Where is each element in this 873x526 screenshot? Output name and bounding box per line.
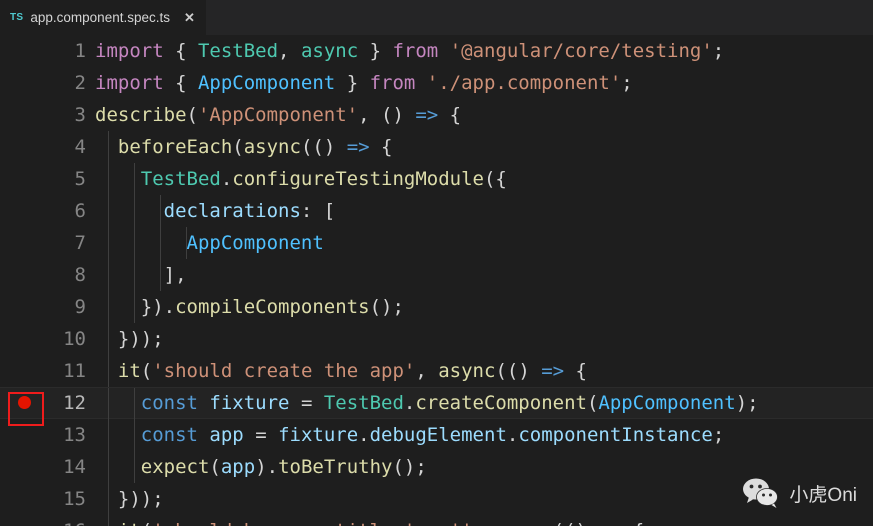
line-number: 9 bbox=[74, 296, 86, 318]
code-line-text: declarations: [ bbox=[163, 200, 336, 222]
code-line-text: describe('AppComponent', () => { bbox=[95, 104, 462, 126]
line-number: 14 bbox=[63, 456, 86, 478]
code-line-row[interactable]: 11 it('should create the app', async(() … bbox=[0, 355, 873, 387]
code-line-row[interactable]: 10 })); bbox=[0, 323, 873, 355]
code-line-row-active[interactable]: 12 const fixture = TestBed.createCompone… bbox=[0, 387, 873, 420]
tab-bar-empty-area bbox=[206, 0, 873, 35]
code-line-text: })); bbox=[117, 328, 164, 350]
line-number: 11 bbox=[63, 360, 86, 382]
annotation-rectangle bbox=[8, 392, 44, 426]
code-line-text: ], bbox=[163, 264, 187, 286]
line-number: 8 bbox=[74, 264, 86, 286]
line-number: 10 bbox=[63, 328, 86, 350]
code-line-row[interactable]: 5 TestBed.configureTestingModule({ bbox=[0, 163, 873, 195]
code-line-text: })); bbox=[117, 488, 164, 510]
code-line-text: it('should create the app', async(() => … bbox=[117, 360, 587, 382]
code-line-text: expect(app).toBeTruthy(); bbox=[140, 456, 427, 478]
editor-tab-label: app.component.spec.ts bbox=[30, 10, 170, 25]
typescript-file-icon: TS bbox=[10, 12, 24, 23]
code-line-text: import { TestBed, async } from '@angular… bbox=[95, 40, 725, 62]
code-line-text: it('should have as title 'app'', async((… bbox=[95, 515, 644, 526]
close-icon[interactable]: ✕ bbox=[184, 11, 195, 24]
watermark: 小虎Oni bbox=[742, 478, 857, 508]
code-line-row[interactable]: 2 import { AppComponent } from './app.co… bbox=[0, 67, 873, 99]
code-editor-area[interactable]: 1 import { TestBed, async } from '@angul… bbox=[0, 35, 873, 526]
code-line-row[interactable]: 1 import { TestBed, async } from '@angul… bbox=[0, 35, 873, 67]
line-number: 6 bbox=[74, 200, 86, 222]
code-line-text: }).compileComponents(); bbox=[140, 296, 404, 318]
editor-tab-app-component-spec[interactable]: TS app.component.spec.ts ✕ bbox=[0, 0, 207, 35]
watermark-text: 小虎Oni bbox=[789, 484, 857, 506]
code-line-row[interactable]: 7 AppComponent bbox=[0, 227, 873, 259]
line-number: 16 bbox=[0, 515, 86, 526]
code-line-row[interactable]: 13 const app = fixture.debugElement.comp… bbox=[0, 419, 873, 451]
code-line-text: beforeEach(async(() => { bbox=[117, 136, 393, 158]
code-line-text: const app = fixture.debugElement.compone… bbox=[140, 424, 725, 446]
code-line-row[interactable]: 8 ], bbox=[0, 259, 873, 291]
code-line-row[interactable]: 4 beforeEach(async(() => { bbox=[0, 131, 873, 163]
line-number: 15 bbox=[63, 488, 86, 510]
code-line-text: AppComponent bbox=[186, 232, 324, 254]
line-number: 3 bbox=[74, 104, 86, 126]
code-line-row[interactable]: 9 }).compileComponents(); bbox=[0, 291, 873, 323]
code-line-text: const fixture = TestBed.createComponent(… bbox=[140, 392, 759, 414]
line-number: 5 bbox=[74, 168, 86, 190]
code-line-text: TestBed.configureTestingModule({ bbox=[140, 168, 507, 190]
line-number: 4 bbox=[74, 136, 86, 158]
vscode-editor-window: TS app.component.spec.ts ✕ 1 import { Te… bbox=[0, 0, 873, 526]
code-line-text: import { AppComponent } from './app.comp… bbox=[95, 72, 633, 94]
line-number: 1 bbox=[74, 40, 86, 62]
code-line-row[interactable]: 16 it('should have as title 'app'', asyn… bbox=[0, 515, 873, 526]
code-line-row[interactable]: 6 declarations: [ bbox=[0, 195, 873, 227]
editor-tab-bar: TS app.component.spec.ts ✕ bbox=[0, 0, 873, 35]
line-number: 2 bbox=[74, 72, 86, 94]
line-number: 7 bbox=[74, 232, 86, 254]
code-line-row[interactable]: 3 describe('AppComponent', () => { bbox=[0, 99, 873, 131]
wechat-icon bbox=[742, 478, 780, 508]
